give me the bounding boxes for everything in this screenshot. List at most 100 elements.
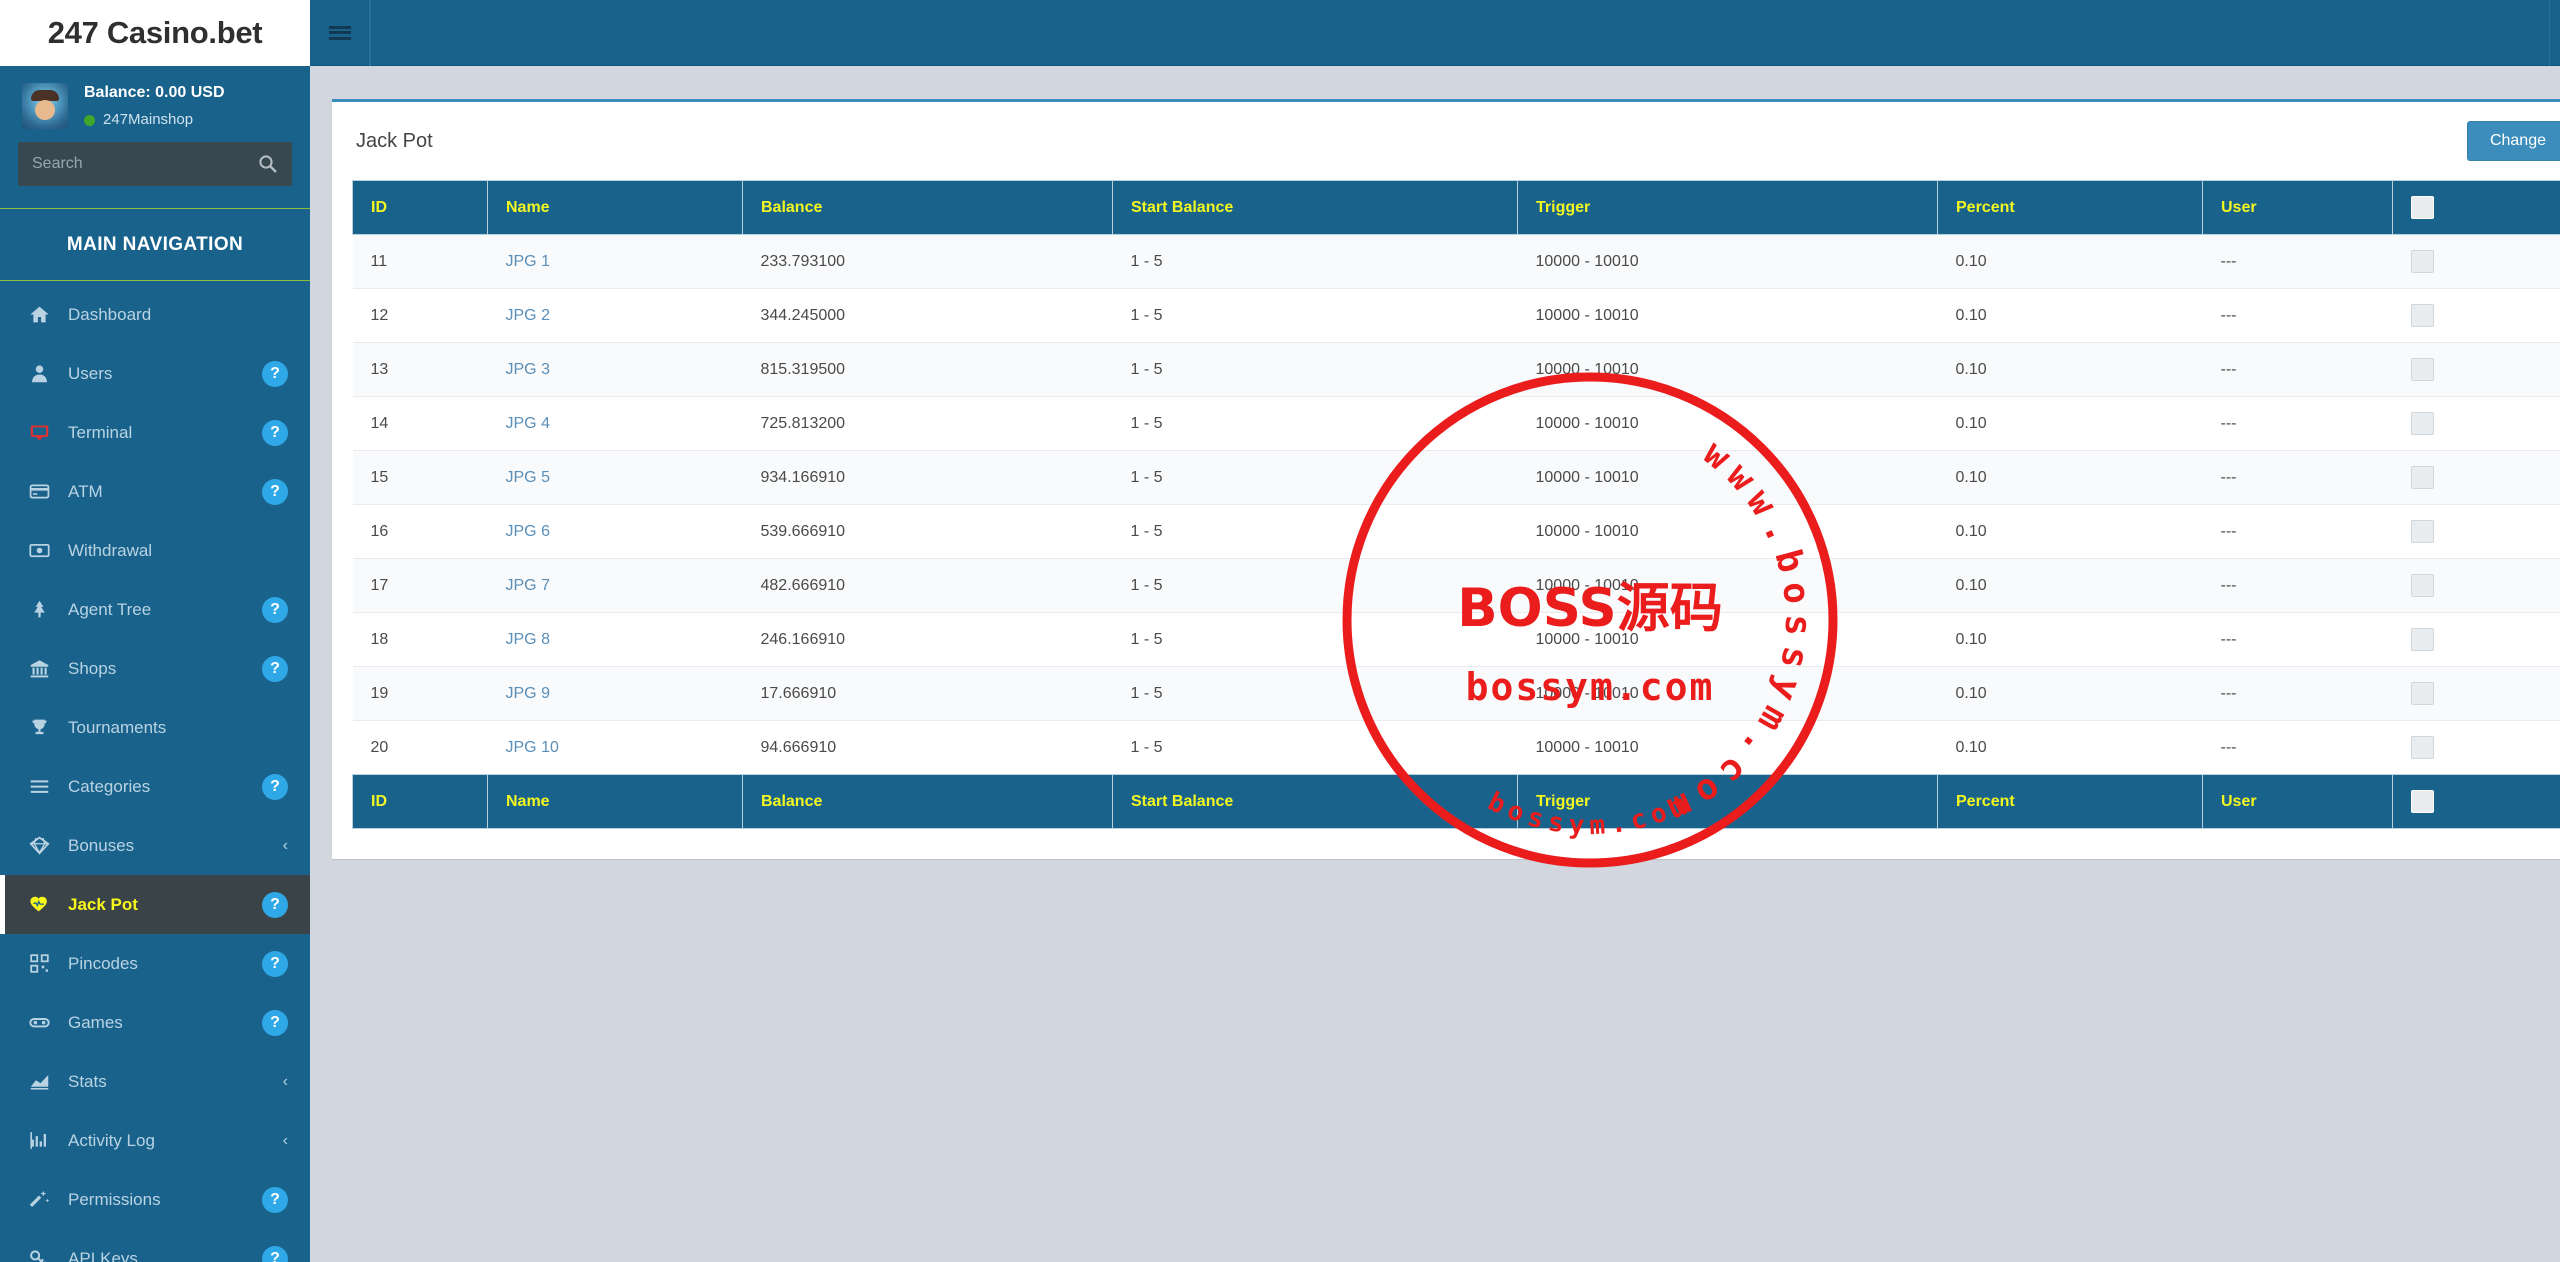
credit-card-icon <box>26 481 52 502</box>
search-input[interactable] <box>32 155 258 173</box>
column-header-user: User <box>2202 774 2393 829</box>
brand-title: 247 Casino.bet <box>47 15 263 50</box>
sidebar-item-categories[interactable]: Categories? <box>0 757 310 816</box>
cell-id: 19 <box>352 666 488 721</box>
cell-start-balance: 1 - 5 <box>1112 450 1518 505</box>
cell-id: 15 <box>352 450 488 505</box>
sidebar-item-pincodes[interactable]: Pincodes? <box>0 934 310 993</box>
hamburger-icon[interactable] <box>310 0 370 66</box>
cell-name: JPG 9 <box>487 666 743 721</box>
chevron-left-icon[interactable]: ‹ <box>283 1132 288 1150</box>
user-info: Balance: 0.00 USD 247Mainshop <box>84 81 225 131</box>
table-header: ID Name Balance Start Balance Trigger Percent… <box>352 180 2560 235</box>
sidebar-item-jack-pot[interactable]: Jack Pot? <box>0 875 310 934</box>
sidebar-item-bonuses[interactable]: Bonuses ‹ <box>0 816 310 875</box>
cell-user: --- <box>2202 558 2393 613</box>
topbar-spacer <box>370 0 2549 66</box>
qrcode-icon <box>26 953 52 974</box>
help-badge[interactable]: ? <box>262 1245 288 1262</box>
row-checkbox[interactable] <box>2410 574 2434 597</box>
search-icon[interactable] <box>258 154 278 174</box>
help-badge[interactable]: ? <box>262 478 288 505</box>
select-all-checkbox[interactable] <box>2411 790 2434 813</box>
jackpot-name-link[interactable]: JPG 3 <box>506 361 550 378</box>
brand-logo[interactable]: 247 Casino.bet <box>0 0 310 66</box>
row-checkbox[interactable] <box>2410 466 2434 489</box>
sidebar-item-dashboard[interactable]: Dashboard <box>0 285 310 344</box>
cell-select <box>2392 288 2560 343</box>
sidebar-item-stats[interactable]: Stats ‹ <box>0 1052 310 1111</box>
chevron-left-icon[interactable]: ‹ <box>283 837 288 855</box>
sidebar-item-games[interactable]: Games? <box>0 993 310 1052</box>
table-row: 11 JPG 1 233.793100 1 - 5 10000 - 10010 0.10-… <box>352 234 2560 289</box>
column-header-id: ID <box>352 180 488 235</box>
help-badge[interactable]: ? <box>262 950 288 977</box>
chevron-left-icon[interactable]: ‹ <box>283 1073 288 1091</box>
cell-balance: 725.813200 <box>742 396 1113 451</box>
sidebar-item-api-keys[interactable]: API Keys? <box>0 1229 310 1262</box>
help-badge[interactable]: ? <box>262 891 288 918</box>
cell-balance: 934.166910 <box>742 450 1113 505</box>
cell-user: --- <box>2202 234 2393 289</box>
sidebar-item-permissions[interactable]: Permissions? <box>0 1170 310 1229</box>
jackpot-name-link[interactable]: JPG 9 <box>506 685 550 702</box>
row-checkbox[interactable] <box>2410 628 2434 651</box>
change-button[interactable]: Change <box>2466 121 2560 161</box>
sidebar-item-label: Users <box>68 363 113 383</box>
help-badge[interactable]: ? <box>262 1009 288 1036</box>
help-badge[interactable]: ? <box>262 596 288 623</box>
sidebar-item-terminal[interactable]: Terminal? <box>0 403 310 462</box>
row-checkbox[interactable] <box>2410 304 2434 327</box>
help-badge[interactable]: ? <box>262 419 288 446</box>
search-box[interactable] <box>18 142 292 186</box>
cell-select <box>2392 720 2560 775</box>
cell-start-balance: 1 - 5 <box>1112 558 1518 613</box>
sidebar-item-shops[interactable]: Shops? <box>0 639 310 698</box>
select-all-checkbox[interactable] <box>2411 196 2434 219</box>
cell-trigger: 10000 - 10010 <box>1517 342 1938 397</box>
cell-percent: 0.10 <box>1937 504 2203 559</box>
cell-select <box>2392 666 2560 721</box>
jackpot-name-link[interactable]: JPG 7 <box>506 577 550 594</box>
row-checkbox[interactable] <box>2410 520 2434 543</box>
sidebar-item-activity-log[interactable]: Activity Log ‹ <box>0 1111 310 1170</box>
row-checkbox[interactable] <box>2410 682 2434 705</box>
jackpot-name-link[interactable]: JPG 8 <box>506 631 550 648</box>
cell-user: --- <box>2202 504 2393 559</box>
cell-start-balance: 1 - 5 <box>1112 288 1518 343</box>
sidebar-item-users[interactable]: Users? <box>0 344 310 403</box>
cell-trigger: 10000 - 10010 <box>1517 396 1938 451</box>
cell-select <box>2392 342 2560 397</box>
cell-trigger: 10000 - 10010 <box>1517 504 1938 559</box>
help-badge[interactable]: ? <box>262 655 288 682</box>
user-balance: Balance: 0.00 USD <box>84 84 225 102</box>
help-badge[interactable]: ? <box>262 773 288 800</box>
cell-select <box>2392 450 2560 505</box>
row-checkbox[interactable] <box>2410 736 2434 759</box>
sidebar-item-withdrawal[interactable]: Withdrawal <box>0 521 310 580</box>
cell-id: 20 <box>352 720 488 775</box>
jackpot-name-link[interactable]: JPG 2 <box>506 307 550 324</box>
cell-balance: 482.666910 <box>742 558 1113 613</box>
sidebar-item-atm[interactable]: ATM? <box>0 462 310 521</box>
row-checkbox[interactable] <box>2410 250 2434 273</box>
power-off-icon[interactable] <box>2549 0 2560 66</box>
sidebar-nav-list: Dashboard Users? Terminal? ATM? Withdrawal Ag… <box>0 281 310 1262</box>
sidebar-item-label: Jack Pot <box>68 894 138 914</box>
jackpot-name-link[interactable]: JPG 1 <box>506 253 550 270</box>
page-title: Jack Pot <box>356 129 433 152</box>
row-checkbox[interactable] <box>2410 358 2434 381</box>
sidebar-item-tournaments[interactable]: Tournaments <box>0 698 310 757</box>
sidebar-item-label: Categories <box>68 776 151 796</box>
sidebar-item-agent-tree[interactable]: Agent Tree? <box>0 580 310 639</box>
sidebar-item-label: Tournaments <box>68 717 167 737</box>
row-checkbox[interactable] <box>2410 412 2434 435</box>
jackpot-name-link[interactable]: JPG 10 <box>506 739 559 756</box>
sidebar-item-label: Activity Log <box>68 1130 155 1150</box>
jackpot-name-link[interactable]: JPG 6 <box>506 523 550 540</box>
jackpot-name-link[interactable]: JPG 4 <box>506 415 550 432</box>
help-badge[interactable]: ? <box>262 360 288 387</box>
sidebar-item-label: Agent Tree <box>68 599 152 619</box>
help-badge[interactable]: ? <box>262 1186 288 1213</box>
jackpot-name-link[interactable]: JPG 5 <box>506 469 550 486</box>
